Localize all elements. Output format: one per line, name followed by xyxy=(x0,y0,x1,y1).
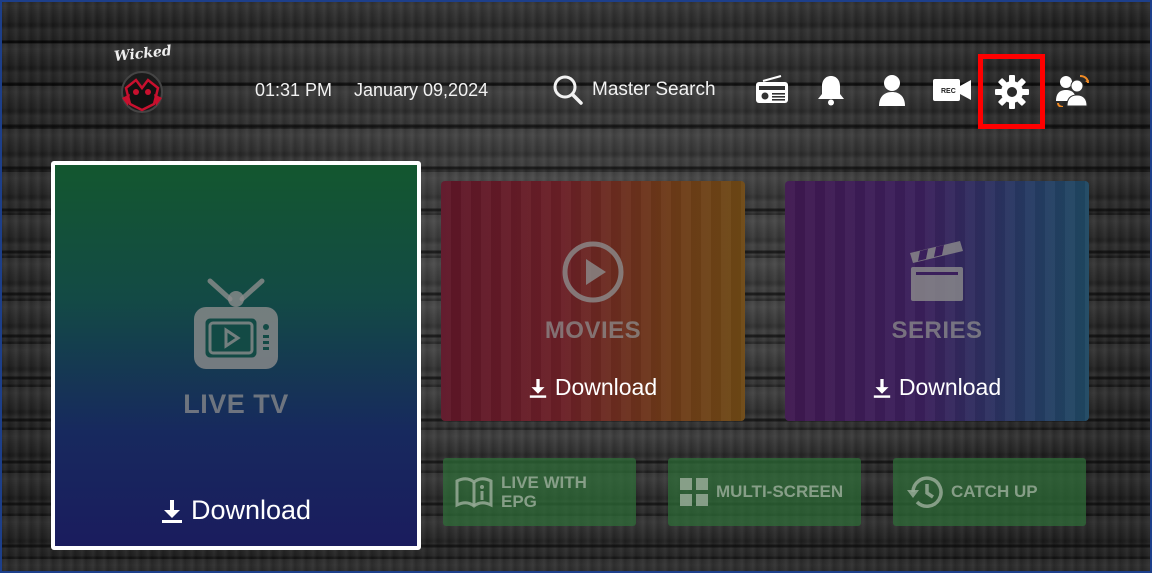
account-button[interactable] xyxy=(872,70,912,110)
settings-button[interactable] xyxy=(978,54,1045,129)
download-icon xyxy=(873,378,891,398)
epg-book-icon xyxy=(455,477,493,508)
recordings-button[interactable]: REC xyxy=(932,70,972,110)
live-tv-tile[interactable]: LIVE TV Download xyxy=(51,161,421,550)
grid-icon xyxy=(680,478,708,506)
download-icon xyxy=(529,378,547,398)
master-search-label: Master Search xyxy=(592,79,716,100)
series-download-button[interactable]: Download xyxy=(785,374,1089,401)
movies-tile[interactable]: MOVIES Download xyxy=(441,181,745,421)
bell-icon xyxy=(818,76,844,106)
live-tv-title: LIVE TV xyxy=(183,389,289,419)
master-search-button[interactable]: Master Search xyxy=(552,72,716,108)
series-title: SERIES xyxy=(891,317,983,344)
play-circle-icon xyxy=(562,241,624,303)
rec-label: REC xyxy=(941,88,956,95)
user-icon xyxy=(879,75,905,106)
series-download-label: Download xyxy=(898,374,1002,400)
clock-date: January 09,2024 xyxy=(354,80,489,100)
multi-screen-button[interactable]: MULTI-SCREEN xyxy=(668,458,861,526)
gear-icon xyxy=(994,74,1029,109)
epg-label-line2: EPG xyxy=(501,492,537,511)
clock-time: 01:31 PM xyxy=(255,80,333,100)
movies-download-label: Download xyxy=(554,374,658,400)
tv-icon xyxy=(194,278,278,369)
radio-button[interactable] xyxy=(752,70,792,110)
switch-user-button[interactable] xyxy=(1052,70,1092,110)
multi-screen-label: MULTI-SCREEN xyxy=(716,482,844,501)
app-logo: Wicked xyxy=(110,43,174,118)
logo-text: Wicked xyxy=(113,43,173,65)
search-icon xyxy=(553,75,583,105)
epg-label-line1: LIVE WITH xyxy=(501,473,587,492)
series-tile[interactable]: SERIES Download xyxy=(785,181,1089,421)
clapperboard-icon xyxy=(910,241,963,301)
live-with-epg-button[interactable]: LIVE WITH EPG xyxy=(443,458,636,526)
download-icon xyxy=(161,499,182,523)
catch-up-label: CATCH UP xyxy=(951,482,1038,501)
radio-icon xyxy=(756,75,788,103)
history-icon xyxy=(907,476,943,508)
catch-up-button[interactable]: CATCH UP xyxy=(893,458,1086,526)
epg-label: LIVE WITH EPG xyxy=(501,473,587,511)
notifications-button[interactable] xyxy=(811,70,851,110)
live-tv-download-label: Download xyxy=(190,495,312,525)
logo-mark-icon xyxy=(121,71,163,113)
movies-download-button[interactable]: Download xyxy=(441,374,745,401)
live-tv-download-button[interactable]: Download xyxy=(55,495,417,526)
switch-user-icon xyxy=(1056,75,1089,107)
movies-title: MOVIES xyxy=(544,317,642,344)
